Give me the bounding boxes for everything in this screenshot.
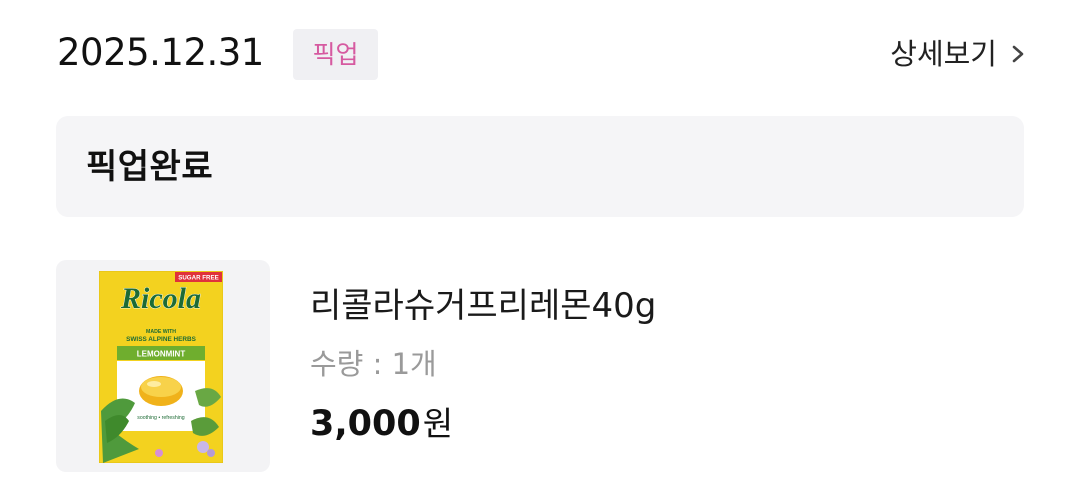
package-herbs-text: SWISS ALPINE HERBS bbox=[126, 336, 196, 343]
package-brand-text: Ricola bbox=[120, 282, 201, 315]
pickup-badge-label: 픽업 bbox=[312, 40, 359, 69]
ricola-candy-box-image: SUGAR FREE Ricola MADE WITH SWISS ALPINE… bbox=[99, 271, 223, 463]
view-details-label: 상세보기 bbox=[890, 36, 997, 71]
package-sugar-free-text: SUGAR FREE bbox=[178, 275, 219, 282]
product-price: 3,000 원 bbox=[310, 399, 453, 449]
order-date: 2025.12.31 bbox=[57, 31, 264, 74]
price-amount: 3,000 bbox=[310, 404, 421, 444]
package-flavor-text: LEMONMINT bbox=[137, 350, 186, 359]
package-made-with-text: MADE WITH bbox=[146, 329, 176, 335]
view-details-link[interactable]: 상세보기 bbox=[890, 33, 1025, 75]
pickup-status: 픽업완료 bbox=[86, 147, 214, 187]
pickup-badge: 픽업 bbox=[293, 29, 378, 80]
status-box: 픽업완료 bbox=[56, 116, 1024, 217]
price-currency: 원 bbox=[422, 404, 454, 443]
product-quantity: 수량 : 1개 bbox=[310, 347, 437, 381]
package-tagline-text: soothing • refreshing bbox=[137, 415, 184, 421]
product-name[interactable]: 리콜라슈거프리레몬40g bbox=[310, 283, 656, 329]
chevron-right-icon bbox=[1012, 45, 1024, 63]
product-thumbnail[interactable]: SUGAR FREE Ricola MADE WITH SWISS ALPINE… bbox=[56, 260, 270, 472]
